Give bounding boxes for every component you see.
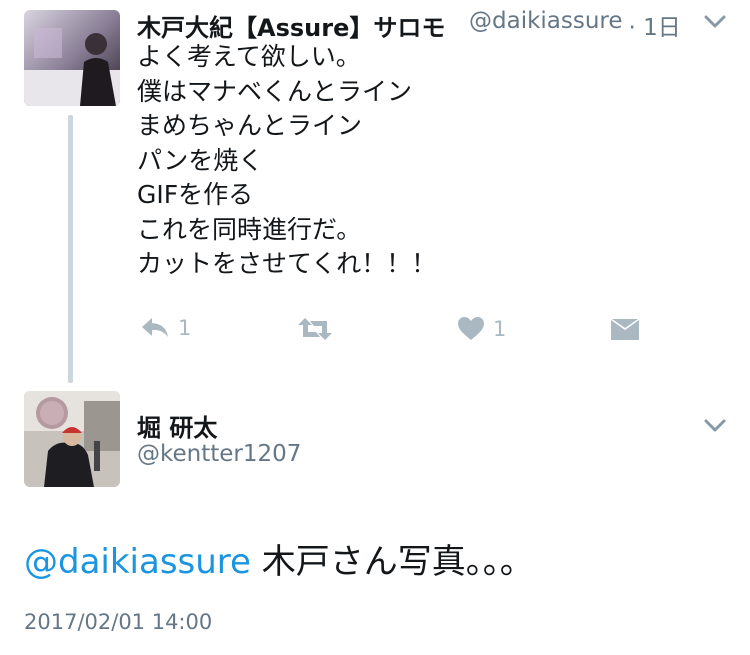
tweet-time[interactable]: · 1日 — [629, 8, 681, 42]
like-button[interactable]: 1 — [457, 316, 506, 341]
avatar-image — [24, 391, 120, 487]
mention-link[interactable]: @daikiassure — [24, 542, 251, 582]
tweet-line: GIFを作る — [137, 180, 254, 209]
dm-icon — [611, 319, 639, 340]
retweet-button[interactable] — [296, 316, 334, 342]
tweet-menu-button[interactable] — [704, 418, 726, 437]
tweet-line: よく考えて欲しい。 — [137, 42, 361, 71]
tweet-line: これを同時進行だ。 — [137, 214, 362, 244]
heart-icon — [458, 317, 484, 340]
reply-icon — [142, 318, 168, 337]
retweet-icon — [298, 318, 332, 340]
tweet-menu-button[interactable] — [704, 14, 726, 33]
tweet-line: 僕はマナベくんとライン — [137, 76, 413, 106]
author-handle[interactable]: @daikiassure — [469, 8, 623, 42]
tweet-text: よく考えて欲しい。 僕はマナベくんとライン まめちゃんとライン パンを焼く GI… — [137, 40, 436, 282]
avatar-kentter1207[interactable] — [24, 391, 120, 487]
avatar-daikiassure[interactable] — [24, 10, 120, 106]
author-display-name[interactable]: 木戸大紀【Assure】サロモ — [137, 8, 445, 43]
reply-count: 1 — [178, 316, 192, 340]
thread-connector-line — [68, 115, 73, 383]
avatar-image — [24, 10, 120, 106]
tweet-timestamp[interactable]: 2017/02/01 14:00 — [24, 610, 212, 634]
reply-button[interactable]: 1 — [140, 316, 191, 340]
tweet-line: まめちゃんとライン — [137, 111, 363, 140]
focused-tweet-text: @daikiassure 木戸さん写真。。。 — [24, 534, 534, 583]
tweet-line: カットをさせてくれ！！！ — [137, 249, 437, 278]
tweet-line: パンを焼く — [137, 145, 264, 175]
tweet-body: 木戸さん写真。。。 — [250, 542, 534, 582]
chevron-down-icon — [704, 15, 726, 28]
author-display-name[interactable]: 堀 研太 — [137, 408, 217, 443]
direct-message-button[interactable] — [610, 318, 640, 342]
author-meta: @daikiassure · 1日 — [469, 8, 681, 42]
like-count: 1 — [493, 316, 507, 341]
author-handle[interactable]: @kentter1207 — [137, 441, 301, 467]
chevron-down-icon — [704, 419, 726, 432]
